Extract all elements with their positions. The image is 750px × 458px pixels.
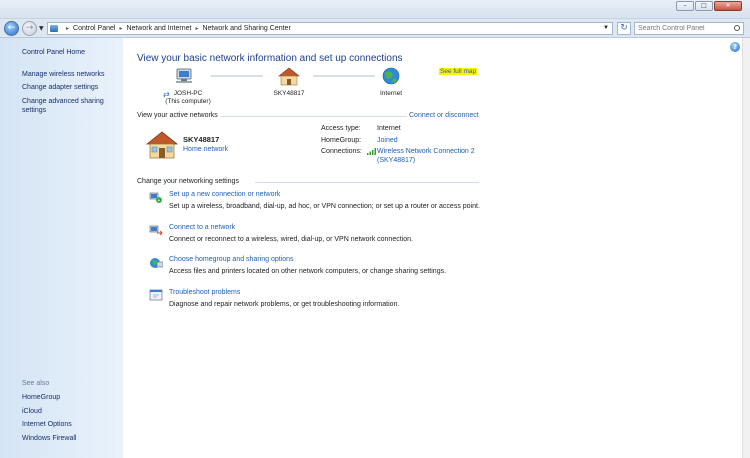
- close-button[interactable]: ✕: [714, 1, 742, 11]
- divider: [255, 182, 479, 183]
- see-also-internet-options[interactable]: Internet Options: [22, 420, 118, 429]
- address-toolbar: ← → ▼ ▸ Control Panel ▸ Network and Interne…: [0, 19, 750, 38]
- sidebar-item-advanced-sharing[interactable]: Change advanced sharing settings: [22, 97, 118, 115]
- see-also-label: See also: [22, 380, 50, 387]
- scrollbar[interactable]: [742, 38, 750, 458]
- refresh-button[interactable]: ↻: [617, 22, 631, 35]
- network-label[interactable]: SKY48817: [254, 90, 324, 98]
- setup-connection-link[interactable]: Set up a new connection or network: [169, 191, 280, 198]
- homegroup-sharing-desc: Access files and printers located on oth…: [169, 268, 447, 275]
- breadcrumb-separator[interactable]: ▸: [66, 26, 69, 32]
- control-panel-icon: [50, 25, 58, 32]
- wireless-connection-link[interactable]: Wireless Network Connection 2: [377, 148, 475, 155]
- internet-label[interactable]: Internet: [356, 90, 426, 98]
- connections-label: Connections:: [321, 148, 362, 155]
- computer-icon: [176, 68, 192, 83]
- setup-connection-desc: Set up a wireless, broadband, dial-up, a…: [169, 203, 480, 210]
- connect-network-icon: [149, 225, 163, 236]
- see-also-homegroup[interactable]: HomeGroup: [22, 393, 118, 402]
- search-input[interactable]: [634, 22, 744, 35]
- home-network-icon[interactable]: [145, 130, 179, 160]
- title-bar: – □ ✕: [0, 0, 750, 19]
- settings-header: Change your networking settings: [137, 178, 239, 185]
- wireless-signal-icon: [367, 148, 376, 155]
- breadcrumb-separator[interactable]: ▸: [195, 26, 198, 32]
- internet-globe-icon: [382, 67, 400, 85]
- help-icon[interactable]: ?: [730, 42, 740, 52]
- svg-text:+: +: [158, 198, 161, 204]
- divider: [221, 116, 407, 117]
- active-network-name: SKY48817: [183, 135, 220, 144]
- connect-to-network-link[interactable]: Connect to a network: [169, 224, 235, 231]
- sidebar: Control Panel Home Manage wireless netwo…: [0, 38, 123, 458]
- active-networks-header: View your active networks: [137, 112, 218, 119]
- network-type-link[interactable]: Home network: [183, 146, 228, 153]
- address-dropdown-icon[interactable]: ▼: [603, 23, 609, 34]
- new-connection-icon: +: [149, 192, 162, 204]
- address-field[interactable]: ▸ Control Panel ▸ Network and Internet ▸ Netw…: [47, 22, 613, 35]
- main-content: View your basic network information and …: [123, 38, 742, 458]
- network-map: [176, 67, 400, 86]
- breadcrumb-control-panel[interactable]: Control Panel: [73, 25, 115, 32]
- access-type-value: Internet: [377, 125, 401, 132]
- minimize-button[interactable]: –: [676, 1, 694, 11]
- homegroup-label: HomeGroup:: [321, 137, 362, 144]
- troubleshoot-desc: Diagnose and repair network problems, or…: [169, 301, 400, 308]
- window-controls: – □ ✕: [676, 1, 742, 11]
- homegroup-joined-link[interactable]: Joined: [377, 137, 398, 144]
- search-icon[interactable]: [734, 25, 740, 31]
- connect-or-disconnect-link[interactable]: Connect or disconnect: [409, 112, 479, 119]
- troubleshoot-link[interactable]: Troubleshoot problems: [169, 289, 240, 296]
- connect-to-network-desc: Connect or reconnect to a wireless, wire…: [169, 236, 413, 243]
- see-also-icloud[interactable]: iCloud: [22, 407, 118, 416]
- page-title: View your basic network information and …: [137, 53, 403, 64]
- access-type-label: Access type:: [321, 125, 361, 132]
- maximize-button[interactable]: □: [695, 1, 713, 11]
- sidebar-control-panel-home[interactable]: Control Panel Home: [22, 48, 118, 57]
- see-also-windows-firewall[interactable]: Windows Firewall: [22, 434, 118, 443]
- homegroup-sharing-icon: [150, 258, 163, 268]
- breadcrumb-network-and-sharing-center[interactable]: Network and Sharing Center: [202, 25, 290, 32]
- sidebar-item-change-adapter[interactable]: Change adapter settings: [22, 83, 118, 92]
- computer-sub: (This computer): [165, 98, 211, 105]
- wireless-connection-ssid[interactable]: (SKY48817): [377, 157, 415, 164]
- history-dropdown[interactable]: ▼: [39, 25, 44, 32]
- sidebar-item-manage-wireless[interactable]: Manage wireless networks: [22, 70, 118, 79]
- see-full-map-link[interactable]: See full map: [439, 68, 478, 75]
- forward-button[interactable]: →: [22, 21, 37, 36]
- computer-label[interactable]: JOSH-PC (This computer): [153, 90, 223, 106]
- homegroup-sharing-link[interactable]: Choose homegroup and sharing options: [169, 256, 294, 263]
- computer-name: JOSH-PC: [173, 90, 203, 97]
- back-button[interactable]: ←: [4, 21, 19, 36]
- breadcrumb-separator[interactable]: ▸: [119, 26, 122, 32]
- troubleshoot-icon: [149, 289, 163, 301]
- breadcrumb-network-and-internet[interactable]: Network and Internet: [126, 25, 191, 32]
- home-network-icon: [278, 67, 300, 86]
